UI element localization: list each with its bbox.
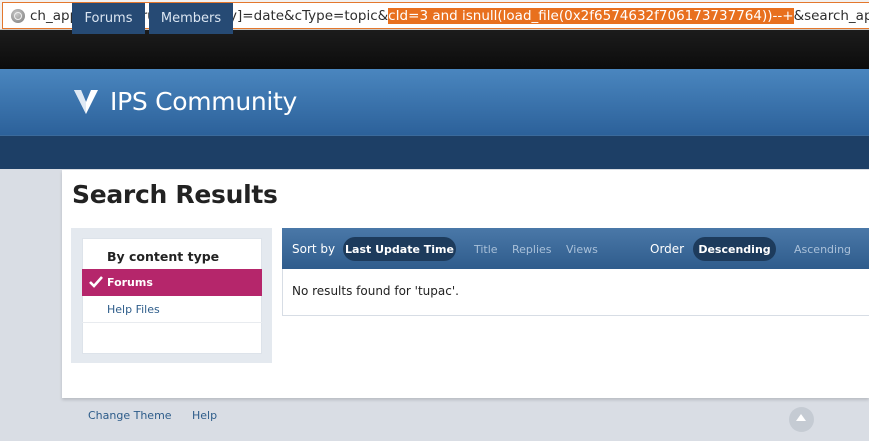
order-label: Order — [650, 242, 685, 256]
no-results-message: No results found for 'tupac'. — [292, 284, 459, 298]
sort-replies-link[interactable]: Replies — [512, 243, 552, 256]
sort-last-update-button[interactable]: Last Update Time — [343, 237, 456, 261]
sidebar-divider — [82, 322, 262, 323]
sort-views-link[interactable]: Views — [566, 243, 598, 256]
help-link[interactable]: Help — [192, 409, 217, 422]
tab-members[interactable]: Members — [149, 3, 233, 34]
sidebar-item-help-files[interactable]: Help Files — [107, 303, 160, 316]
back-to-top-icon[interactable] — [789, 407, 814, 432]
sidebar-item-label: Forums — [107, 276, 153, 289]
order-ascending-link[interactable]: Ascending — [794, 243, 851, 256]
primary-nav — [0, 135, 869, 169]
url-selected-text: cId=3 and isnull(load_file(0x2f6574632f7… — [388, 7, 794, 24]
globe-icon — [11, 8, 25, 23]
logo-v-icon — [74, 89, 98, 114]
page-title: Search Results — [72, 180, 278, 209]
checkmark-icon — [89, 276, 103, 288]
sort-title-link[interactable]: Title — [474, 243, 498, 256]
site-name: IPS Community — [110, 87, 298, 116]
url-suffix: &search_app_f — [793, 7, 869, 24]
change-theme-link[interactable]: Change Theme — [88, 409, 172, 422]
tab-forums[interactable]: Forums — [72, 3, 145, 34]
sort-by-label: Sort by — [292, 242, 336, 256]
top-user-bar — [0, 30, 869, 69]
site-logo[interactable]: IPS Community — [72, 87, 297, 116]
order-descending-button[interactable]: Descending — [693, 237, 776, 261]
sidebar-heading: By content type — [107, 249, 220, 264]
